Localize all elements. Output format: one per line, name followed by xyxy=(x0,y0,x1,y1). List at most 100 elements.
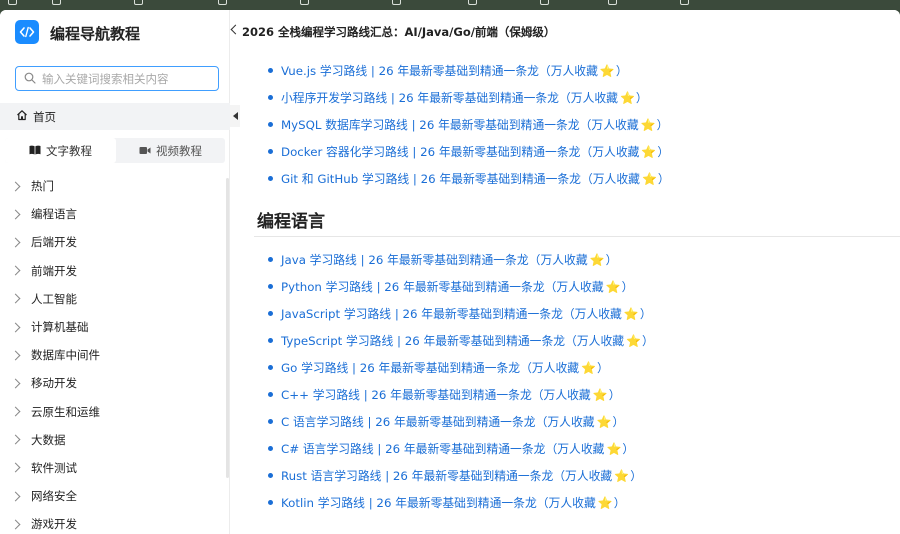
list-item[interactable]: JavaScript 学习路线 | 26 年最新零基础到精通一条龙（万人收藏 ⭐） xyxy=(268,305,652,322)
search-box[interactable] xyxy=(15,66,219,91)
sidebar-collapse-button[interactable] xyxy=(230,105,240,127)
tutorial-tabs: 文字教程 视频教程 xyxy=(5,138,225,163)
route-link[interactable]: Go 学习路线 | 26 年最新零基础到精通一条龙（万人收藏 xyxy=(281,359,579,376)
sidebar-item-database-middleware[interactable]: 数据库中间件 xyxy=(0,341,230,369)
route-link[interactable]: TypeScript 学习路线 | 26 年最新零基础到精通一条龙（万人收藏 xyxy=(281,332,624,349)
sidebar-item-cs-basics[interactable]: 计算机基础 xyxy=(0,313,230,341)
chevron-right-icon xyxy=(10,265,21,276)
star-icon: ⭐ xyxy=(596,414,612,429)
search-icon xyxy=(24,69,36,88)
bookmark-icon[interactable] xyxy=(540,0,549,5)
list-item[interactable]: Java 学习路线 | 26 年最新零基础到精通一条龙（万人收藏 ⭐） xyxy=(268,251,617,268)
sidebar-item-cloud-native[interactable]: 云原生和运维 xyxy=(0,398,230,426)
divider xyxy=(254,236,900,237)
sidebar-item-security[interactable]: 网络安全 xyxy=(0,482,230,510)
route-link[interactable]: 小程序开发学习路线 | 26 年最新零基础到精通一条龙（万人收藏 xyxy=(281,89,618,106)
list-item[interactable]: Python 学习路线 | 26 年最新零基础到精通一条龙（万人收藏 ⭐） xyxy=(268,278,633,295)
route-link[interactable]: Python 学习路线 | 26 年最新零基础到精通一条龙（万人收藏 xyxy=(281,278,604,295)
sidebar-item-mobile[interactable]: 移动开发 xyxy=(0,369,230,397)
route-link[interactable]: Docker 容器化学习路线 | 26 年最新零基础到精通一条龙（万人收藏 xyxy=(281,143,639,160)
chevron-right-icon xyxy=(10,350,21,361)
tab-video-tutorials[interactable]: 视频教程 xyxy=(116,138,225,163)
list-item[interactable]: 小程序开发学习路线 | 26 年最新零基础到精通一条龙（万人收藏 ⭐） xyxy=(268,89,648,106)
bullet xyxy=(268,122,273,127)
bullet xyxy=(268,284,273,289)
search-input[interactable] xyxy=(42,71,212,86)
bookmark-icon[interactable] xyxy=(134,0,143,5)
list-item[interactable]: C++ 学习路线 | 26 年最新零基础到精通一条龙（万人收藏 ⭐） xyxy=(268,386,621,403)
sidebar-item-label: 移动开发 xyxy=(31,376,77,391)
back-arrow-icon[interactable] xyxy=(230,24,241,35)
site-logo-icon[interactable] xyxy=(15,20,39,44)
bookmark-icon[interactable] xyxy=(608,0,617,5)
sidebar: 编程导航教程 首页 xyxy=(0,10,230,534)
route-link[interactable]: JavaScript 学习路线 | 26 年最新零基础到精通一条龙（万人收藏 xyxy=(281,305,622,322)
sidebar-item-label: 前端开发 xyxy=(31,263,77,278)
bookmark-icon[interactable] xyxy=(680,0,689,5)
close-paren: ） xyxy=(635,91,648,105)
list-item[interactable]: C 语言学习路线 | 26 年最新零基础到精通一条龙（万人收藏 ⭐） xyxy=(268,413,624,430)
chevron-right-icon xyxy=(10,237,21,248)
route-link[interactable]: C++ 学习路线 | 26 年最新零基础到精通一条龙（万人收藏 xyxy=(281,386,591,403)
sidebar-item-hot[interactable]: 热门 xyxy=(0,172,230,200)
bullet xyxy=(268,95,273,100)
route-link[interactable]: Vue.js 学习路线 | 26 年最新零基础到精通一条龙（万人收藏 xyxy=(281,62,598,79)
list-item[interactable]: Rust 语言学习路线 | 26 年最新零基础到精通一条龙（万人收藏 ⭐） xyxy=(268,467,642,484)
list-item[interactable]: Docker 容器化学习路线 | 26 年最新零基础到精通一条龙（万人收藏 ⭐） xyxy=(268,143,669,160)
bookmark-icon[interactable] xyxy=(8,0,17,5)
bullet xyxy=(268,365,273,370)
tab-label: 文字教程 xyxy=(46,143,92,158)
route-link[interactable]: MySQL 数据库学习路线 | 26 年最新零基础到精通一条龙（万人收藏 xyxy=(281,116,639,133)
bookmark-icon[interactable] xyxy=(392,0,401,5)
close-paren: ） xyxy=(612,415,625,429)
list-item[interactable]: MySQL 数据库学习路线 | 26 年最新零基础到精通一条龙（万人收藏 ⭐） xyxy=(268,116,668,133)
sidebar-item-label: 云原生和运维 xyxy=(31,404,100,419)
star-icon: ⭐ xyxy=(614,468,630,483)
list-item[interactable]: Vue.js 学习路线 | 26 年最新零基础到精通一条龙（万人收藏 ⭐） xyxy=(268,62,628,79)
route-link[interactable]: Git 和 GitHub 学习路线 | 26 年最新零基础到精通一条龙（万人收藏 xyxy=(281,170,640,187)
bookmark-icon[interactable] xyxy=(52,0,61,5)
sidebar-item-label: 软件测试 xyxy=(31,460,77,475)
close-paren: ） xyxy=(613,496,626,510)
sidebar-scrollbar[interactable] xyxy=(226,178,229,478)
route-link[interactable]: Java 学习路线 | 26 年最新零基础到精通一条龙（万人收藏 xyxy=(281,251,588,268)
route-link[interactable]: C 语言学习路线 | 26 年最新零基础到精通一条龙（万人收藏 xyxy=(281,413,595,430)
sidebar-item-game-dev[interactable]: 游戏开发 xyxy=(0,510,230,534)
sidebar-item-programming-languages[interactable]: 编程语言 xyxy=(0,200,230,228)
sidebar-item-frontend[interactable]: 前端开发 xyxy=(0,257,230,285)
sidebar-item-big-data[interactable]: 大数据 xyxy=(0,426,230,454)
sidebar-item-home[interactable]: 首页 xyxy=(0,103,230,130)
bookmark-icon[interactable] xyxy=(468,0,477,5)
route-link[interactable]: Kotlin 学习路线 | 26 年最新零基础到精通一条龙（万人收藏 xyxy=(281,494,596,511)
star-icon: ⭐ xyxy=(623,306,639,321)
list-item[interactable]: Kotlin 学习路线 | 26 年最新零基础到精通一条龙（万人收藏 ⭐） xyxy=(268,494,626,511)
list-item[interactable]: Git 和 GitHub 学习路线 | 26 年最新零基础到精通一条龙（万人收藏… xyxy=(268,170,670,187)
bullet xyxy=(268,176,273,181)
route-link[interactable]: C# 语言学习路线 | 26 年最新零基础到精通一条龙（万人收藏 xyxy=(281,440,604,457)
route-link[interactable]: Rust 语言学习路线 | 26 年最新零基础到精通一条龙（万人收藏 xyxy=(281,467,612,484)
sidebar-item-backend[interactable]: 后端开发 xyxy=(0,228,230,256)
bullet xyxy=(268,338,273,343)
star-icon: ⭐ xyxy=(581,360,597,375)
bullet xyxy=(268,311,273,316)
sidebar-item-ai[interactable]: 人工智能 xyxy=(0,285,230,313)
close-paren: ） xyxy=(657,145,670,159)
chevron-right-icon xyxy=(10,378,21,389)
bullet xyxy=(268,446,273,451)
sidebar-item-label: 首页 xyxy=(33,109,56,124)
close-paren: ） xyxy=(605,253,618,267)
star-icon: ⭐ xyxy=(599,63,615,78)
sidebar-item-testing[interactable]: 软件测试 xyxy=(0,454,230,482)
list-item[interactable]: Go 学习路线 | 26 年最新零基础到精通一条龙（万人收藏 ⭐） xyxy=(268,359,609,376)
star-icon: ⭐ xyxy=(605,279,621,294)
star-icon: ⭐ xyxy=(626,333,641,348)
bookmark-icon[interactable] xyxy=(218,0,227,5)
book-icon xyxy=(29,144,41,158)
bookmark-icon[interactable] xyxy=(300,0,309,5)
caret-left-icon xyxy=(232,112,238,120)
list-item[interactable]: C# 语言学习路线 | 26 年最新零基础到精通一条龙（万人收藏 ⭐） xyxy=(268,440,634,457)
site-title[interactable]: 编程导航教程 xyxy=(50,23,140,44)
list-item[interactable]: TypeScript 学习路线 | 26 年最新零基础到精通一条龙（万人收藏 ⭐） xyxy=(268,332,654,349)
close-paren: ） xyxy=(608,388,621,402)
tab-text-tutorials[interactable]: 文字教程 xyxy=(5,138,116,163)
